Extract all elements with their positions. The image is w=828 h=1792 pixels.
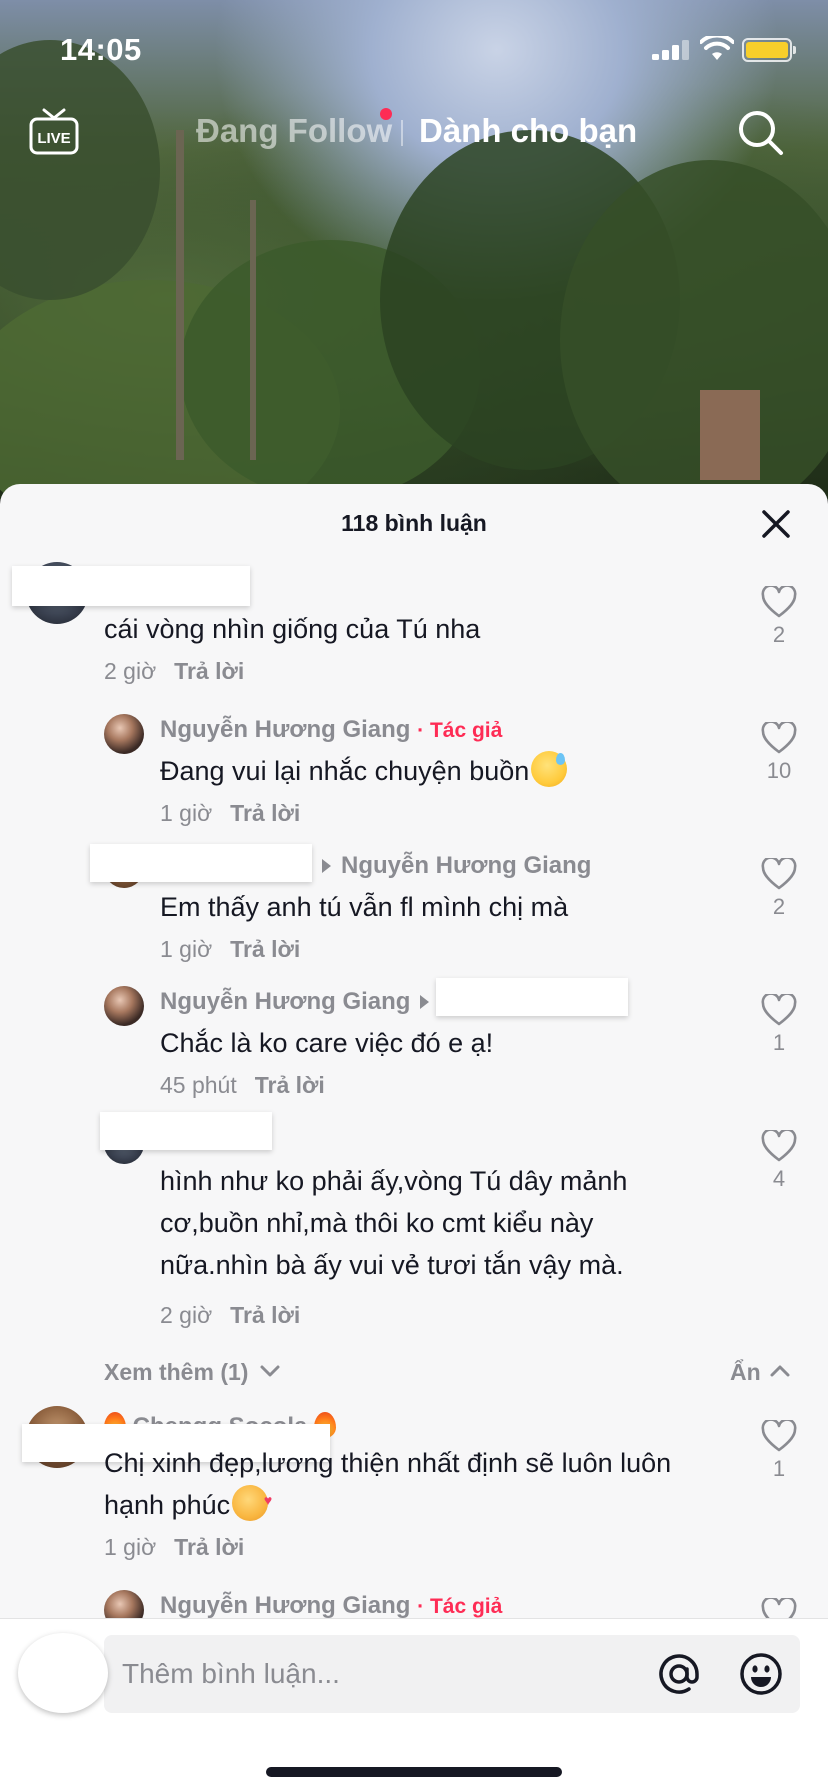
- reply-arrow-icon: [322, 858, 331, 873]
- avatar[interactable]: [104, 714, 144, 754]
- comment-text-line: hạnh phúc: [104, 1479, 744, 1526]
- hide-label: Ẩn: [730, 1359, 761, 1385]
- comment-text: Chắc là ko care việc đó e ạ!: [160, 1028, 494, 1058]
- view-more-replies-button[interactable]: Xem thêm (1): [104, 1359, 281, 1386]
- redacted-username: [436, 978, 628, 1016]
- tab-for-you[interactable]: Dành cho bạn: [419, 112, 637, 150]
- like-button[interactable]: 10: [757, 722, 801, 784]
- like-count: 1: [772, 1030, 786, 1055]
- comment-meta: 2 giờ Trả lời: [104, 658, 244, 685]
- nav-divider: [401, 120, 403, 146]
- heart-icon: [761, 994, 797, 1026]
- comment-input-bar: [0, 1618, 828, 1792]
- like-count: 10: [766, 758, 792, 783]
- heart-icon: [761, 1130, 797, 1162]
- current-user-avatar: [18, 1633, 108, 1713]
- comment-text: Em thấy anh tú vẫn fl mình chị mà: [160, 892, 569, 922]
- emoji-icon[interactable]: [738, 1651, 784, 1697]
- reply-button[interactable]: Trả lời: [230, 936, 300, 962]
- live-icon[interactable]: LIVE: [28, 108, 80, 156]
- author-badge: · Tác giả: [417, 719, 503, 742]
- comment-text-line: cơ,buồn nhỉ,mà thôi ko cmt kiểu này: [160, 1208, 594, 1238]
- like-button[interactable]: 2: [757, 586, 801, 648]
- status-bar: 14:05: [0, 0, 828, 100]
- comment-input-container[interactable]: [104, 1635, 800, 1713]
- comment-meta: 1 giờ Trả lời: [160, 800, 300, 827]
- close-icon[interactable]: [760, 508, 792, 540]
- reply-button[interactable]: Trả lời: [230, 1302, 300, 1328]
- username-text: Nguyễn Hương Giang: [160, 716, 411, 743]
- like-button[interactable]: 4: [757, 1130, 801, 1192]
- battery-icon: [742, 38, 796, 62]
- avatar[interactable]: [104, 986, 144, 1026]
- home-indicator: [266, 1767, 562, 1777]
- comment-text: cái vòng nhìn giống của Tú nha: [104, 614, 481, 644]
- redacted-username: [12, 566, 250, 606]
- author-badge: · Tác giả: [417, 1595, 503, 1618]
- chevron-down-icon: [260, 1365, 280, 1377]
- wifi-icon: [700, 36, 734, 60]
- like-button[interactable]: 1: [757, 994, 801, 1056]
- comment-time: 2 giờ: [160, 1302, 213, 1328]
- comments-count-title: 118 bình luận: [341, 510, 487, 536]
- heart-icon: [761, 586, 797, 618]
- comment-text-content: Đang vui lại nhắc chuyện buồn: [160, 756, 530, 786]
- heart-icon: [761, 1420, 797, 1452]
- status-time: 14:05: [60, 32, 142, 67]
- comment-time: 1 giờ: [104, 1534, 157, 1560]
- comment-meta: 2 giờ Trả lời: [160, 1302, 300, 1329]
- comment-username[interactable]: Nguyễn Hương Giang: [160, 988, 439, 1016]
- comments-sheet: 118 bình luận cái vòng nhìn giống của Tú…: [0, 484, 828, 1792]
- heart-icon: [761, 722, 797, 754]
- search-icon[interactable]: [736, 108, 786, 158]
- comment-time: 2 giờ: [104, 658, 157, 684]
- chevron-up-icon: [770, 1365, 790, 1377]
- reply-button[interactable]: Trả lời: [174, 1534, 244, 1560]
- comment-text-content: hạnh phúc: [104, 1490, 231, 1520]
- comment-username[interactable]: Nguyễn Hương Giang · Tác giả: [160, 1592, 502, 1620]
- mention-icon[interactable]: [656, 1651, 702, 1697]
- username-text: Nguyễn Hương Giang: [160, 1592, 411, 1619]
- comment-text-line: nữa.nhìn bà ấy vui vẻ tươi tắn vậy mà.: [160, 1250, 624, 1280]
- redacted-username: [100, 1112, 272, 1150]
- comment-input[interactable]: [122, 1635, 652, 1713]
- comment-meta: 1 giờ Trả lời: [104, 1534, 244, 1561]
- like-button[interactable]: 1: [757, 1420, 801, 1482]
- like-count: 2: [772, 622, 786, 647]
- comment-text: Đang vui lại nhắc chuyện buồn: [160, 750, 720, 792]
- comment-text-line: hình như ko phải ấy,vòng Tú dây mảnh: [160, 1166, 628, 1196]
- reply-button[interactable]: Trả lời: [255, 1072, 325, 1098]
- like-button[interactable]: 2: [757, 858, 801, 920]
- notification-dot: [380, 108, 392, 120]
- reply-button[interactable]: Trả lời: [230, 800, 300, 826]
- comment-time: 1 giờ: [160, 936, 213, 962]
- comment-username[interactable]: Nguyễn Hương Giang · Tác giả: [160, 716, 502, 744]
- smiling-hearts-emoji-icon: [232, 1479, 272, 1521]
- comment-text-line: Chị xinh đẹp,lương thiện nhất định sẽ lu…: [104, 1448, 672, 1478]
- reply-arrow-icon: [420, 994, 430, 1009]
- comment-meta: 45 phút Trả lời: [160, 1072, 325, 1099]
- comment-time: 1 giờ: [160, 800, 213, 826]
- like-count: 4: [772, 1166, 786, 1191]
- cellular-signal-icon: [652, 40, 690, 60]
- hide-replies-button[interactable]: Ẩn: [730, 1359, 791, 1386]
- reply-to-username: Nguyễn Hương Giang: [341, 852, 592, 879]
- comment-meta: 1 giờ Trả lời: [160, 936, 300, 963]
- view-more-label: Xem thêm (1): [104, 1359, 249, 1385]
- redacted-username: [90, 844, 312, 882]
- sweat-smile-emoji-icon: [531, 751, 568, 787]
- like-count: 1: [772, 1456, 786, 1481]
- svg-text:LIVE: LIVE: [37, 130, 70, 147]
- comment-username[interactable]: Nguyễn Hương Giang: [322, 852, 591, 880]
- comment-time: 45 phút: [160, 1072, 237, 1098]
- heart-icon: [761, 858, 797, 890]
- like-count: 2: [772, 894, 786, 919]
- tab-following[interactable]: Đang Follow: [196, 112, 392, 150]
- reply-button[interactable]: Trả lời: [174, 658, 244, 684]
- username-text: Nguyễn Hương Giang: [160, 988, 411, 1015]
